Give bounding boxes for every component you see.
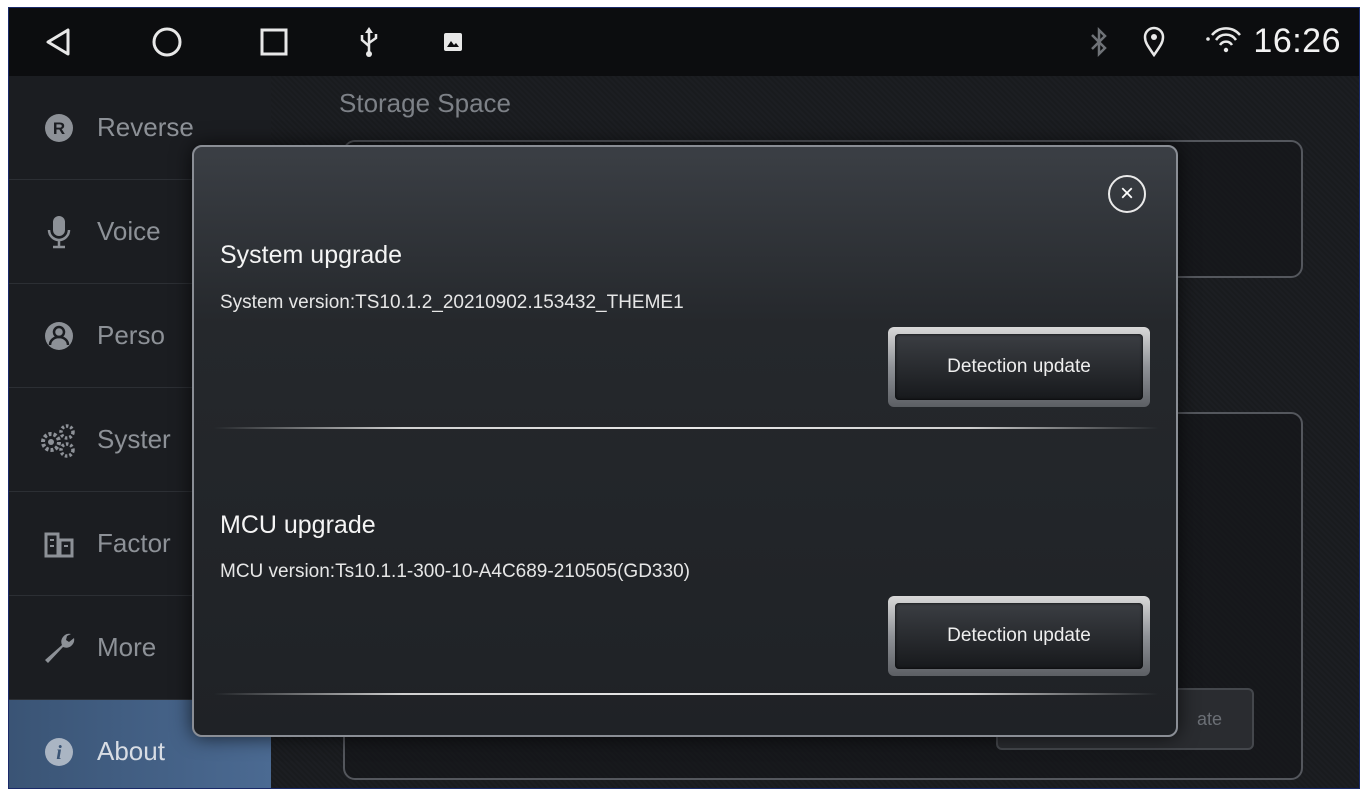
image-icon [433, 22, 473, 62]
gears-icon [39, 420, 79, 460]
mcu-upgrade-title: MCU upgrade [220, 511, 376, 539]
info-icon: i [39, 732, 79, 772]
factory-icon [39, 524, 79, 564]
sidebar-item-label: Perso [97, 320, 165, 350]
bluetooth-icon [1079, 22, 1119, 62]
reverse-r-icon: R [39, 108, 79, 148]
mcu-detection-update-button[interactable]: Detection update [888, 596, 1150, 676]
button-label: Detection update [895, 603, 1143, 669]
recents-square-icon[interactable] [254, 22, 294, 62]
status-bar: 16:26 [9, 8, 1359, 76]
sidebar-item-label: Factor [97, 528, 171, 558]
sidebar-item-label: Reverse [97, 112, 194, 142]
section-divider [214, 693, 1158, 695]
sidebar-item-label: Voice [97, 216, 161, 246]
storage-space-title: Storage Space [339, 88, 512, 118]
section-divider [214, 427, 1158, 429]
head-unit-screen: 16:26 R Reverse Voice Perso Syster Facto… [8, 7, 1360, 789]
back-triangle-icon[interactable] [39, 22, 79, 62]
system-version-text: System version:TS10.1.2_20210902.153432_… [220, 292, 684, 313]
svg-text:R: R [53, 119, 65, 138]
clock: 16:26 [1253, 22, 1341, 60]
close-icon[interactable]: × [1108, 175, 1146, 213]
location-pin-icon [1134, 22, 1174, 62]
sidebar-item-label: More [97, 632, 157, 662]
microphone-icon [39, 212, 79, 252]
svg-text:i: i [56, 742, 62, 764]
wrench-icon [39, 628, 79, 668]
usb-icon [349, 22, 389, 62]
person-icon [39, 316, 79, 356]
upgrade-dialog: × System upgrade System version:TS10.1.2… [192, 145, 1178, 737]
system-upgrade-title: System upgrade [220, 241, 403, 269]
system-detection-update-button[interactable]: Detection update [888, 327, 1150, 407]
home-circle-icon[interactable] [147, 22, 187, 62]
button-label: Detection update [895, 334, 1143, 400]
sidebar-item-label: About [97, 736, 165, 766]
sidebar-item-label: Syster [97, 424, 171, 454]
wifi-icon [1204, 22, 1244, 62]
mcu-version-text: MCU version:Ts10.1.1-300-10-A4C689-21050… [220, 561, 690, 582]
